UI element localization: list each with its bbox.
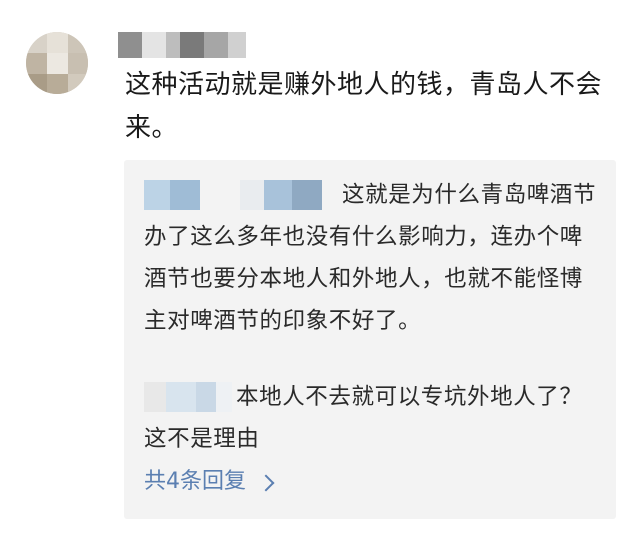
avatar[interactable] [26, 32, 88, 94]
comment-screen: 这种活动就是赚外地人的钱，青岛人不会来。 这就是为什么青岛啤酒节办了这么多年也没… [0, 0, 640, 537]
reply-thread: 这就是为什么青岛啤酒节办了这么多年也没有什么影响力，连办个啤酒节也要分本地人和外… [124, 160, 616, 519]
reply-text: 这就是为什么青岛啤酒节办了这么多年也没有什么影响力，连办个啤酒节也要分本地人和外… [144, 182, 597, 334]
username-blurred[interactable] [118, 32, 246, 58]
chevron-right-icon[interactable] [257, 474, 275, 492]
comment-text: 这种活动就是赚外地人的钱，青岛人不会来。 [125, 70, 603, 143]
more-replies-link[interactable]: 共4条回复 [144, 462, 275, 502]
reply-text: 本地人不去就可以专坑外地人了？这不是理由 [144, 384, 583, 452]
more-replies-label[interactable]: 共4条回复 [144, 462, 246, 502]
